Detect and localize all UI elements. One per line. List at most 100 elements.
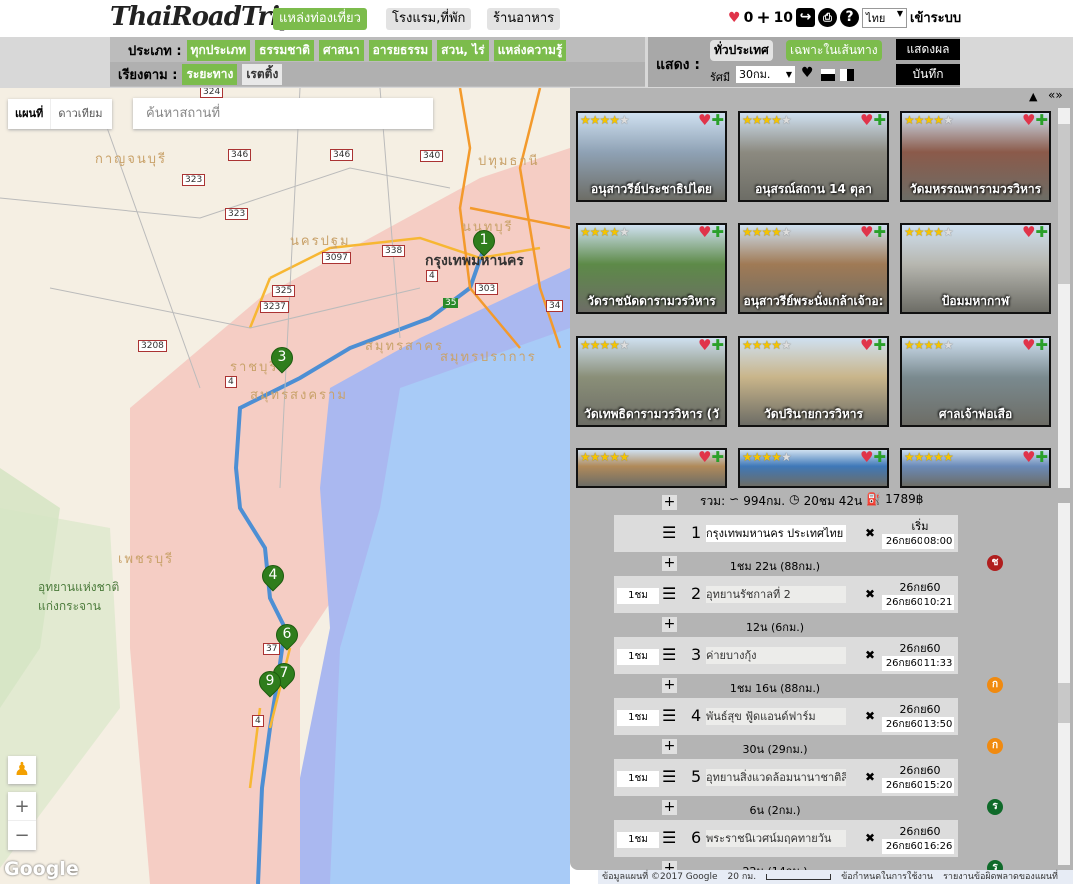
stop-name-input[interactable]: อุทยานสิ่งแวดล้อมนานาชาติสิ — [706, 769, 846, 786]
tab-restaurants[interactable]: ร้านอาหาร — [487, 8, 561, 30]
type-garden[interactable]: สวน, ไร่ — [437, 39, 489, 61]
stay-duration-input[interactable]: 1ชม — [617, 710, 659, 726]
layout-horizontal-icon[interactable] — [821, 69, 835, 81]
stay-duration-input[interactable]: 1ชม — [617, 588, 659, 604]
depart-date-input[interactable]: 26กย60 — [882, 595, 927, 610]
favorite-heart-icon[interactable]: ♥ — [698, 338, 711, 354]
zoom-out-button[interactable]: − — [8, 821, 36, 850]
place-card[interactable]: ★★★★★ ♥✚ วัดเทพธิดารามวรวิหาร (วั — [576, 336, 727, 427]
scope-all-button[interactable]: ทั่วประเทศ — [710, 40, 773, 61]
map[interactable]: แผนที่ ดาวเทียม ค้นหาสถานที่ กาญจนบุรี ปท… — [0, 88, 570, 884]
stay-duration-input[interactable]: 1ชม — [617, 832, 659, 848]
route-marker[interactable]: 9 — [254, 666, 286, 699]
route-marker[interactable]: 6 — [271, 619, 303, 652]
stop-name-input[interactable]: ค่ายบางกุ้ง — [706, 647, 846, 664]
favorite-heart-icon[interactable]: ♥ — [860, 450, 873, 466]
add-stop-button[interactable]: + — [662, 495, 677, 510]
favorite-heart-icon[interactable]: ♥ — [1022, 225, 1035, 241]
favorite-heart-icon[interactable]: ♥ — [698, 225, 711, 241]
add-to-route-icon[interactable]: ✚ — [711, 113, 724, 129]
show-results-button[interactable]: แสดงผล — [896, 39, 960, 60]
type-civilization[interactable]: อารยธรรม — [368, 39, 433, 61]
language-select[interactable]: ไทย ▼ — [862, 7, 908, 28]
pegman-icon[interactable]: ♟ — [8, 756, 36, 784]
favorite-filter-icon[interactable]: ♥ — [801, 65, 814, 81]
stay-duration-input[interactable]: 1ชม — [617, 771, 659, 787]
depart-date-input[interactable]: 26กย60 — [882, 656, 927, 671]
login-link[interactable]: เข้าระบบ — [910, 7, 961, 28]
depart-time-input[interactable]: 11:33 — [922, 656, 954, 671]
add-to-route-icon[interactable]: ✚ — [1035, 338, 1048, 354]
add-to-route-icon[interactable]: ✚ — [711, 450, 724, 466]
insert-stop-button[interactable]: + — [662, 556, 677, 571]
remove-stop-icon[interactable]: ✖ — [865, 526, 875, 540]
depart-time-input[interactable]: 10:21 — [922, 595, 954, 610]
add-to-route-icon[interactable]: ✚ — [1035, 225, 1048, 241]
remove-stop-icon[interactable]: ✖ — [865, 709, 875, 723]
favorite-heart-icon[interactable]: ♥ — [1022, 113, 1035, 129]
insert-stop-button[interactable]: + — [662, 678, 677, 693]
layout-vertical-icon[interactable] — [840, 69, 854, 81]
drag-handle-icon[interactable]: ☰ — [662, 706, 676, 725]
tab-hotels[interactable]: โรงแรม,ที่พัก — [386, 8, 472, 30]
place-card[interactable]: ★★★★★ ♥✚ — [900, 448, 1051, 488]
place-card[interactable]: ★★★★★ ♥✚ อนุสรณ์สถาน 14 ตุลา — [738, 111, 889, 202]
tab-attractions[interactable]: แหล่งท่องเที่ยว — [273, 8, 367, 30]
favorite-heart-icon[interactable]: ♥ — [860, 225, 873, 241]
sort-distance[interactable]: ระยะทาง — [182, 63, 238, 85]
favorite-heart-icon[interactable]: ♥ — [860, 338, 873, 354]
add-to-route-icon[interactable]: ✚ — [873, 113, 886, 129]
drag-handle-icon[interactable]: ☰ — [662, 645, 676, 664]
add-to-route-icon[interactable]: ✚ — [873, 225, 886, 241]
share-icon[interactable]: ↪ — [796, 8, 816, 27]
remove-stop-icon[interactable]: ✖ — [865, 770, 875, 784]
route-marker[interactable]: 1 — [468, 225, 500, 258]
heart-icon[interactable]: ♥ — [728, 10, 741, 26]
favorite-heart-icon[interactable]: ♥ — [698, 450, 711, 466]
map-type-satellite[interactable]: ดาวเทียม — [50, 99, 109, 129]
scope-route-button[interactable]: เฉพาะในเส้นทาง — [786, 40, 882, 61]
place-card[interactable]: ★★★★★ ♥✚ วัดราชนัดดารามวรวิหาร — [576, 223, 727, 314]
save-button[interactable]: บันทึก — [896, 64, 960, 85]
place-card[interactable]: ★★★★★ ♥✚ — [738, 448, 889, 488]
stop-name-input[interactable]: กรุงเทพมหานคร ประเทศไทย — [706, 525, 846, 542]
remove-stop-icon[interactable]: ✖ — [865, 587, 875, 601]
help-icon[interactable]: ? — [840, 8, 860, 27]
stay-duration-input[interactable]: 1ชม — [617, 649, 659, 665]
place-card[interactable]: ★★★★★ ♥✚ ศาลเจ้าพ่อเสือ — [900, 336, 1051, 427]
collapse-up-icon[interactable]: ▲ — [1029, 90, 1037, 103]
depart-date-input[interactable]: 26กย60 — [882, 778, 927, 793]
type-religion[interactable]: ศาสนา — [318, 39, 364, 61]
zoom-in-button[interactable]: + — [8, 792, 36, 821]
remove-stop-icon[interactable]: ✖ — [865, 648, 875, 662]
terms-link[interactable]: ข้อกำหนดในการใช้งาน — [841, 870, 933, 884]
place-card[interactable]: ★★★★★ ♥✚ อนุสาวรีย์พระนั่งเกล้าเจ้าอ: — [738, 223, 889, 314]
route-marker[interactable]: 3 — [266, 342, 298, 375]
places-scrollbar[interactable] — [1058, 108, 1070, 488]
place-card[interactable]: ★★★★★ ♥✚ — [576, 448, 727, 488]
depart-time-input[interactable]: 13:50 — [922, 717, 954, 732]
add-to-route-icon[interactable]: ✚ — [711, 225, 724, 241]
place-card[interactable]: ★★★★★ ♥✚ อนุสาวรีย์ประชาธิปไตย — [576, 111, 727, 202]
add-to-route-icon[interactable]: ✚ — [873, 450, 886, 466]
print-icon[interactable]: ⎙ — [818, 8, 838, 27]
insert-stop-button[interactable]: + — [662, 739, 677, 754]
stop-name-input[interactable]: อุทยานรัชกาลที่ 2 — [706, 586, 846, 603]
favorite-heart-icon[interactable]: ♥ — [698, 113, 711, 129]
insert-stop-button[interactable]: + — [662, 617, 677, 632]
depart-date-input[interactable]: 26กย60 — [882, 839, 927, 854]
drag-handle-icon[interactable]: ☰ — [662, 523, 676, 542]
add-to-route-icon[interactable]: ✚ — [711, 338, 724, 354]
itinerary-scrollbar[interactable] — [1058, 503, 1070, 865]
depart-time-input[interactable]: 15:20 — [922, 778, 954, 793]
type-learning[interactable]: แหล่งความรู้ — [493, 39, 567, 61]
sort-rating[interactable]: เรตติ้ง — [242, 63, 283, 85]
radius-select[interactable]: 30กม. ▼ — [736, 66, 795, 83]
report-error-link[interactable]: รายงานข้อผิดพลาดของแผนที่ — [943, 870, 1058, 884]
depart-date-input[interactable]: 26กย60 — [882, 534, 927, 549]
place-card[interactable]: ★★★★★ ♥✚ ป้อมมหากาฬ — [900, 223, 1051, 314]
stop-name-input[interactable]: พันธ์สุข ฟู้ดแอนด์ฟาร์ม — [706, 708, 846, 725]
type-nature[interactable]: ธรรมชาติ — [255, 39, 314, 61]
place-card[interactable]: ★★★★★ ♥✚ วัดมหรรณพารามวรวิหาร — [900, 111, 1051, 202]
insert-stop-button[interactable]: + — [662, 800, 677, 815]
